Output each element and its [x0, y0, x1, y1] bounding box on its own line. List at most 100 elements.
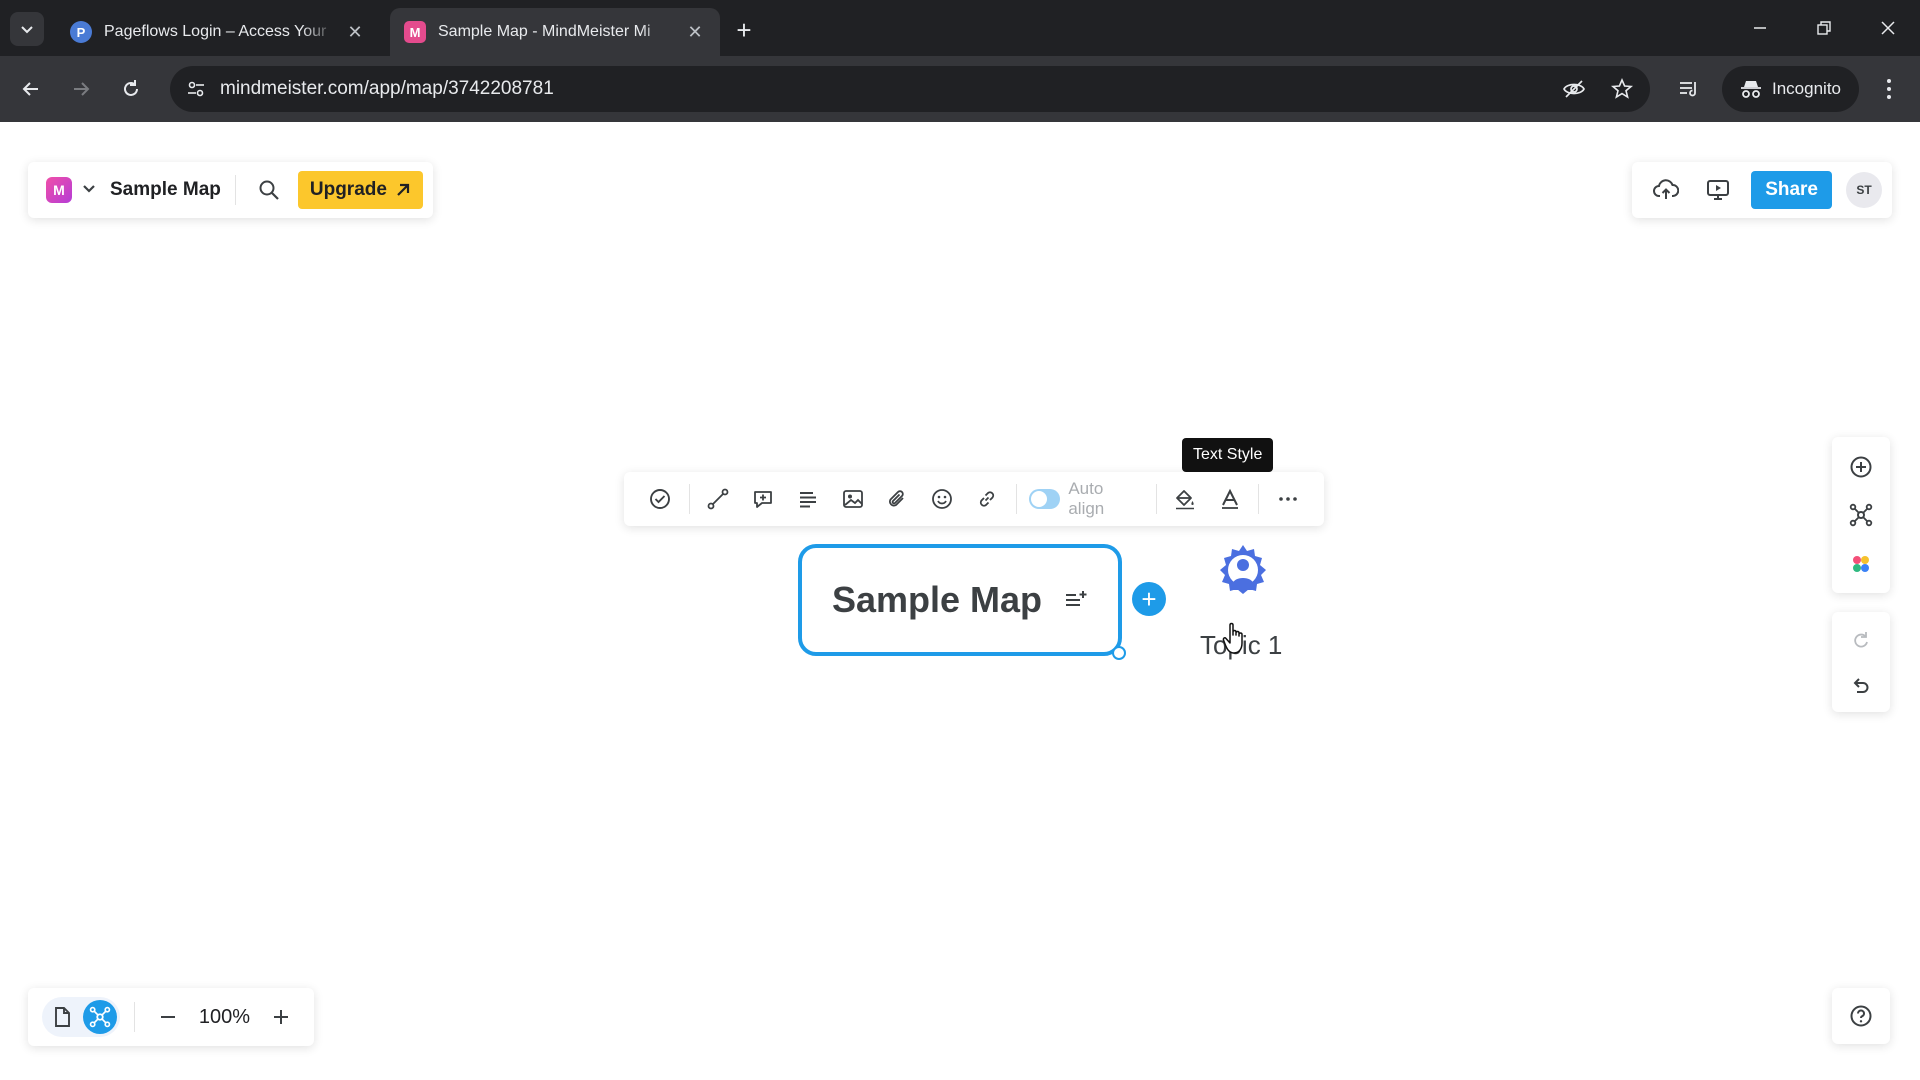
attachment-button[interactable]: [875, 479, 920, 519]
minimize-button[interactable]: [1740, 10, 1780, 46]
close-icon[interactable]: ✕: [344, 21, 366, 43]
upgrade-button[interactable]: Upgrade: [297, 171, 423, 209]
auto-align-switch[interactable]: [1028, 489, 1061, 509]
upgrade-label: Upgrade: [309, 179, 387, 200]
text-style-icon: [1221, 488, 1238, 509]
root-topic-title[interactable]: Sample Map: [832, 579, 1042, 621]
search-button[interactable]: [250, 171, 288, 209]
add-topic-button[interactable]: [1842, 448, 1880, 486]
more-horizontal-icon: [1278, 497, 1297, 501]
zoom-out-button[interactable]: [149, 998, 187, 1036]
history-panel: [1832, 612, 1890, 712]
right-tools-panel: [1832, 437, 1890, 593]
hand-cursor-icon: [1222, 622, 1243, 654]
app-menu-button[interactable]: [82, 181, 96, 199]
help-circle-icon: [1850, 1005, 1872, 1027]
bookmark-star-icon[interactable]: [1610, 77, 1634, 101]
user-avatar[interactable]: ST: [1846, 172, 1882, 208]
task-button[interactable]: [638, 479, 683, 519]
emoji-button[interactable]: [920, 479, 965, 519]
reload-icon: [124, 80, 138, 96]
new-tab-button[interactable]: +: [728, 14, 760, 46]
incognito-icon: [1741, 81, 1761, 98]
mindmap-icon: [89, 1006, 111, 1028]
tab-sample-map[interactable]: M Sample Map - MindMeister Mi ✕: [390, 8, 720, 56]
zoom-level: 100%: [198, 1005, 251, 1028]
site-settings-icon[interactable]: [184, 77, 208, 101]
divider: [234, 175, 236, 205]
cloud-sync-button[interactable]: [1647, 171, 1685, 209]
tab-title: Sample Map - MindMeister Mi: [438, 23, 651, 40]
view-mode-toggle: [42, 997, 120, 1037]
divider: [688, 484, 690, 514]
mindmap-view-button[interactable]: [83, 1000, 117, 1034]
text-style-button[interactable]: [1207, 479, 1252, 519]
resize-handle[interactable]: [1112, 646, 1126, 660]
redo-icon: [1854, 632, 1868, 648]
outline-view-button[interactable]: [45, 1000, 79, 1034]
text-style-tooltip: Text Style: [1182, 438, 1274, 472]
restore-icon: [1817, 21, 1831, 35]
back-button[interactable]: [14, 72, 48, 106]
close-icon: [1881, 21, 1895, 35]
image-button[interactable]: [830, 479, 875, 519]
auto-align-toggle[interactable]: Auto align: [1023, 479, 1150, 519]
mindmap-canvas[interactable]: M Sample Map Upgrade Share ST 100% Auto …: [0, 122, 1920, 1080]
url-text: mindmeister.com/app/map/3742208781: [220, 78, 554, 99]
map-header-panel: M Sample Map Upgrade: [28, 162, 433, 218]
comment-button[interactable]: [741, 479, 786, 519]
divider: [1015, 484, 1017, 514]
more-options-button[interactable]: [1265, 479, 1310, 519]
theme-button[interactable]: [1842, 545, 1880, 583]
close-window-button[interactable]: [1868, 10, 1908, 46]
map-title[interactable]: Sample Map: [110, 179, 221, 201]
address-bar[interactable]: mindmeister.com/app/map/3742208781: [170, 66, 1650, 112]
help-button[interactable]: [1842, 997, 1880, 1035]
undo-icon: [1853, 678, 1869, 693]
notes-button[interactable]: [785, 479, 830, 519]
tab-search-button[interactable]: [10, 12, 44, 46]
tracking-protection-eye-off-icon[interactable]: [1562, 77, 1586, 101]
layout-button[interactable]: [1842, 496, 1880, 534]
browser-menu-button[interactable]: [1872, 72, 1906, 106]
share-button[interactable]: Share: [1751, 171, 1832, 209]
document-icon: [55, 1007, 70, 1027]
redo-button[interactable]: [1842, 620, 1880, 658]
connect-icon: [707, 488, 729, 510]
presentation-icon: [1707, 180, 1730, 200]
link-button[interactable]: [965, 479, 1010, 519]
undo-button[interactable]: [1842, 666, 1880, 704]
tab-pageflows[interactable]: P Pageflows Login – Access Your ✕: [56, 8, 380, 56]
divider: [1155, 484, 1157, 514]
topic-style-button[interactable]: [1163, 479, 1208, 519]
restore-button[interactable]: [1804, 10, 1844, 46]
cloud-upload-icon: [1653, 179, 1680, 199]
forward-button[interactable]: [64, 72, 98, 106]
mindmeister-logo-icon[interactable]: M: [46, 177, 72, 203]
link-icon: [980, 491, 995, 507]
arrow-up-right-icon: [397, 183, 410, 196]
topic-toolbar: Auto align: [624, 472, 1324, 526]
check-circle-icon: [650, 489, 671, 509]
presentation-button[interactable]: [1699, 171, 1737, 209]
user-gear-icon[interactable]: [1212, 542, 1274, 604]
plus-icon: [274, 1010, 289, 1024]
add-child-topic-button[interactable]: +: [1132, 582, 1166, 616]
arrow-right-icon: [74, 82, 90, 96]
mindmeister-favicon-icon: M: [404, 21, 426, 43]
notes-icon: [799, 492, 816, 508]
arrow-left-icon: [22, 82, 38, 96]
paint-bucket-icon: [1176, 490, 1195, 510]
root-topic-node[interactable]: Sample Map: [798, 544, 1122, 656]
help-panel: [1832, 988, 1890, 1044]
reload-button[interactable]: [114, 72, 148, 106]
notes-add-icon[interactable]: [1064, 589, 1088, 611]
connection-button[interactable]: [696, 479, 741, 519]
close-icon[interactable]: ✕: [684, 21, 706, 43]
reading-list-button[interactable]: [1672, 72, 1706, 106]
chevron-down-icon: [21, 26, 33, 34]
minimize-icon: [1754, 27, 1766, 29]
search-icon: [259, 180, 279, 200]
incognito-badge[interactable]: Incognito: [1722, 66, 1859, 112]
zoom-in-button[interactable]: [262, 998, 300, 1036]
